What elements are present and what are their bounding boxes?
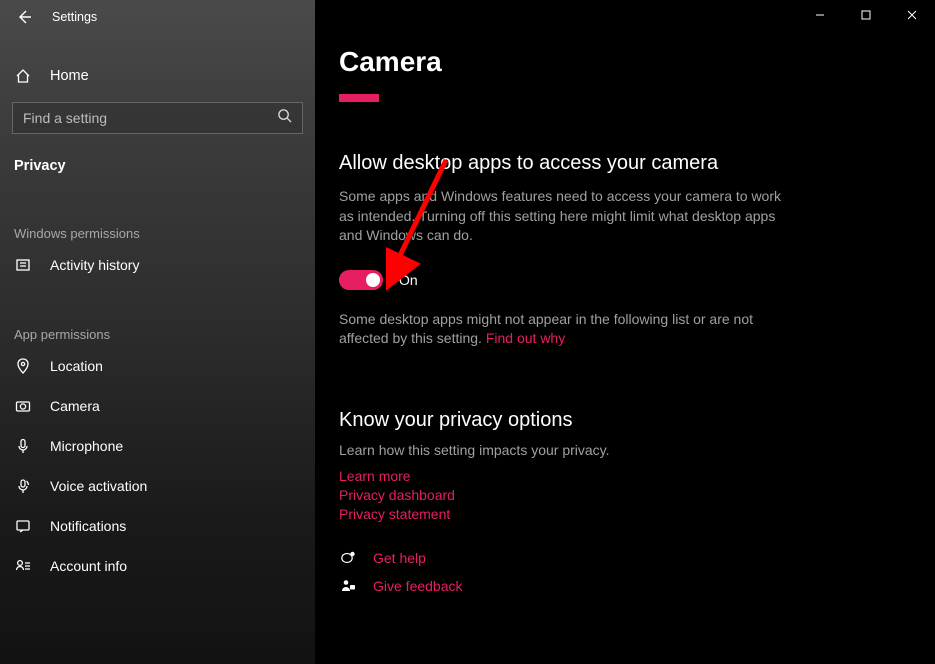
nav-item-label: Activity history [50, 257, 139, 273]
feedback-icon [339, 578, 357, 594]
sidebar-item-microphone[interactable]: Microphone [0, 426, 315, 466]
minimize-button[interactable] [797, 0, 843, 30]
activity-history-icon [14, 257, 32, 273]
sidebar-item-activity-history[interactable]: Activity history [0, 245, 315, 285]
sidebar: Settings Home Privacy Windows permission… [0, 0, 315, 664]
page-title: Camera [339, 46, 895, 78]
location-icon [14, 358, 32, 374]
privacy-links: Learn more Privacy dashboard Privacy sta… [339, 468, 895, 522]
nav-item-label: Microphone [50, 438, 123, 454]
close-button[interactable] [889, 0, 935, 30]
close-icon [907, 10, 917, 20]
section-heading-privacy-options: Know your privacy options [339, 409, 895, 432]
main-content: Camera Allow desktop apps to access your… [315, 0, 935, 664]
nav-item-label: Voice activation [50, 478, 147, 494]
maximize-button[interactable] [843, 0, 889, 30]
get-help-link[interactable]: Get help [373, 550, 426, 566]
home-icon [14, 68, 32, 84]
sidebar-item-voice-activation[interactable]: Voice activation [0, 466, 315, 506]
arrow-left-icon [16, 9, 32, 25]
group-header-windows-permissions: Windows permissions [0, 220, 315, 245]
sidebar-category: Privacy [0, 148, 315, 184]
microphone-icon [14, 438, 32, 454]
section-desc: Some apps and Windows features need to a… [339, 187, 789, 246]
camera-icon [14, 398, 32, 414]
toggle-state-label: On [399, 272, 418, 288]
privacy-dashboard-link[interactable]: Privacy dashboard [339, 487, 895, 503]
nav-item-label: Account info [50, 558, 127, 574]
section-note: Some desktop apps might not appear in th… [339, 310, 789, 349]
desktop-apps-toggle[interactable] [339, 270, 383, 290]
sidebar-item-notifications[interactable]: Notifications [0, 506, 315, 546]
section-heading-desktop-apps: Allow desktop apps to access your camera [339, 152, 895, 175]
sidebar-item-camera[interactable]: Camera [0, 386, 315, 426]
group-header-app-permissions: App permissions [0, 321, 315, 346]
give-feedback-link[interactable]: Give feedback [373, 578, 463, 594]
give-feedback-row[interactable]: Give feedback [339, 578, 895, 594]
toggle-knob [366, 273, 380, 287]
sidebar-item-account-info[interactable]: Account info [0, 546, 315, 586]
sidebar-item-location[interactable]: Location [0, 346, 315, 386]
notifications-icon [14, 518, 32, 534]
voice-activation-icon [14, 478, 32, 494]
search-icon [277, 108, 292, 128]
learn-more-link[interactable]: Learn more [339, 468, 895, 484]
maximize-icon [861, 10, 871, 20]
search-input[interactable] [23, 110, 277, 126]
accent-block [339, 94, 379, 102]
help-icon [339, 550, 357, 566]
find-out-why-link[interactable]: Find out why [486, 330, 565, 346]
get-help-row[interactable]: Get help [339, 550, 895, 566]
nav-item-label: Notifications [50, 518, 126, 534]
account-info-icon [14, 558, 32, 574]
titlebar: Settings [0, 0, 315, 34]
minimize-icon [815, 10, 825, 20]
sidebar-home-label: Home [50, 68, 89, 84]
toggle-row: On [339, 270, 895, 290]
window-controls [797, 0, 935, 30]
nav-item-label: Location [50, 358, 103, 374]
search-box[interactable] [12, 102, 303, 134]
privacy-statement-link[interactable]: Privacy statement [339, 506, 895, 522]
nav-item-label: Camera [50, 398, 100, 414]
back-button[interactable] [10, 3, 38, 31]
sidebar-home[interactable]: Home [0, 58, 315, 94]
privacy-sub: Learn how this setting impacts your priv… [339, 442, 895, 458]
window-title: Settings [52, 10, 97, 24]
